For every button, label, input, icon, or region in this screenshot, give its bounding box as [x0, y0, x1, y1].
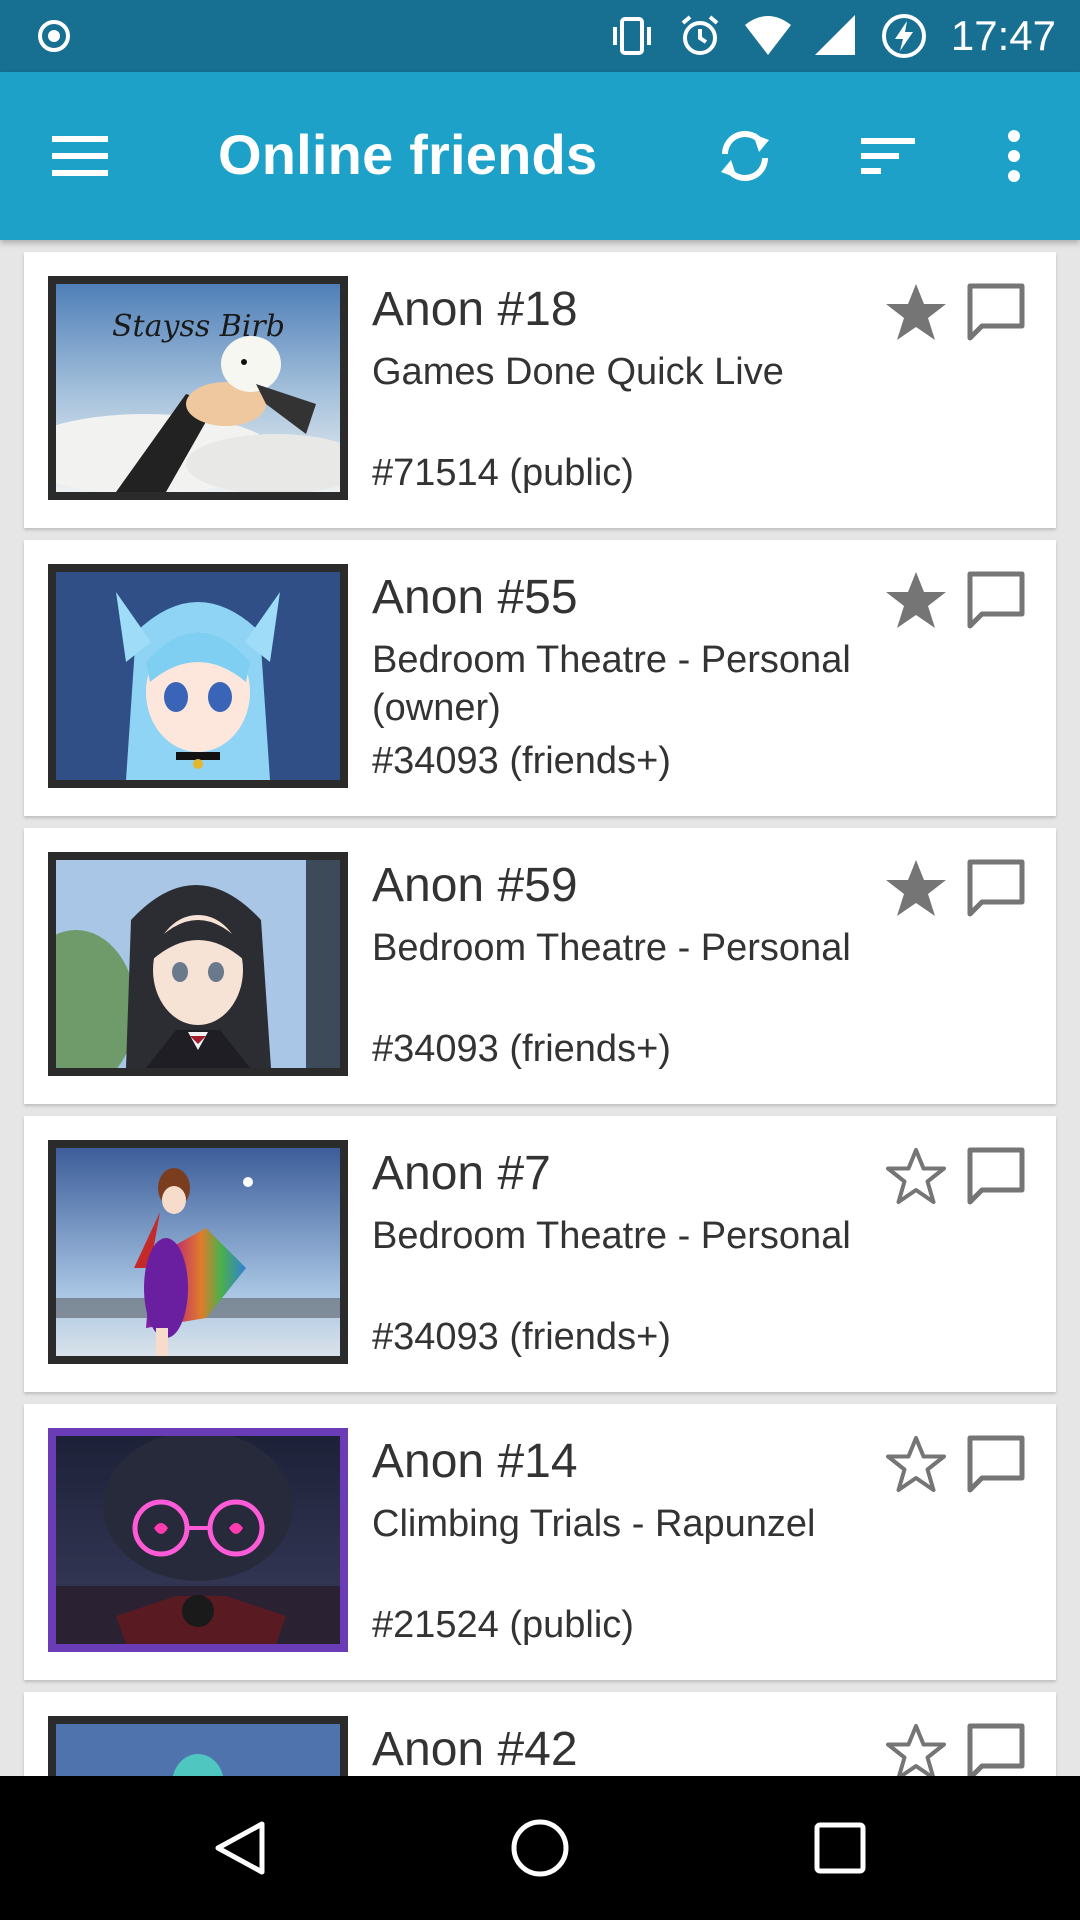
message-icon [967, 1435, 1025, 1493]
recents-button[interactable] [800, 1808, 880, 1888]
page-title: Online friends [218, 123, 598, 186]
star-filled-icon [886, 284, 946, 340]
message-icon [967, 1723, 1025, 1776]
record-icon [38, 20, 70, 52]
cell-signal-icon [814, 15, 855, 55]
app-bar: Online friends [0, 72, 1080, 240]
world-thumbnail [48, 564, 348, 788]
instance-id: #21524 (public) [372, 1604, 634, 1646]
world-name: Bedroom Theatre - Personal (owner) [372, 639, 851, 729]
sort-button[interactable] [848, 116, 928, 196]
world-name: Bedroom Theatre - Personal [372, 1215, 851, 1257]
favorite-button[interactable] [884, 1432, 948, 1496]
friend-card[interactable]: Anon #59 Bedroom Theatre - Personal #340… [24, 828, 1056, 1104]
star-outline-icon [886, 1148, 946, 1204]
instance-id: #34093 (friends+) [372, 1316, 671, 1358]
menu-icon [52, 136, 108, 176]
star-filled-icon [886, 572, 946, 628]
message-icon [967, 1147, 1025, 1205]
favorite-button[interactable] [884, 1720, 948, 1776]
alarm-icon [681, 15, 719, 55]
thumbnail-caption: Stayss Birb [112, 309, 285, 344]
back-button[interactable] [200, 1808, 280, 1888]
world-thumbnail [48, 1428, 348, 1652]
message-button[interactable] [964, 280, 1028, 344]
friend-card[interactable]: Anon #42 [24, 1692, 1056, 1776]
message-button[interactable] [964, 856, 1028, 920]
instance-id: #34093 (friends+) [372, 740, 671, 782]
message-button[interactable] [964, 568, 1028, 632]
world-thumbnail [48, 1716, 348, 1776]
world-name: Climbing Trials - Rapunzel [372, 1503, 816, 1545]
friend-card[interactable]: Anon #7 Bedroom Theatre - Personal #3409… [24, 1116, 1056, 1392]
world-thumbnail: Stayss Birb [48, 276, 348, 500]
message-icon [967, 571, 1025, 629]
status-bar: 17:47 [0, 0, 1080, 72]
battery-charging-icon [881, 14, 926, 58]
menu-button[interactable] [40, 116, 120, 196]
friend-name: Anon #7 [372, 1147, 551, 1200]
back-icon [215, 1821, 265, 1875]
favorite-button[interactable] [884, 568, 948, 632]
more-options-button[interactable] [974, 116, 1054, 196]
friend-name: Anon #14 [372, 1435, 578, 1488]
more-vert-icon [1008, 130, 1020, 182]
star-outline-icon [886, 1724, 946, 1776]
wifi-icon [744, 16, 791, 55]
message-icon [967, 859, 1025, 917]
star-outline-icon [886, 1436, 946, 1492]
favorite-button[interactable] [884, 1144, 948, 1208]
vibrate-icon [612, 17, 651, 55]
world-thumbnail [48, 852, 348, 1076]
world-name: Games Done Quick Live [372, 351, 784, 393]
refresh-button[interactable] [705, 116, 785, 196]
friend-card[interactable]: Anon #55 Bedroom Theatre - Personal (own… [24, 540, 1056, 816]
instance-id: #34093 (friends+) [372, 1028, 671, 1070]
star-filled-icon [886, 860, 946, 916]
world-thumbnail [48, 1140, 348, 1364]
friend-name: Anon #42 [372, 1723, 578, 1776]
message-icon [967, 283, 1025, 341]
favorite-button[interactable] [884, 280, 948, 344]
home-button[interactable] [500, 1808, 580, 1888]
friend-card[interactable]: Anon #14 Climbing Trials - Rapunzel #215… [24, 1404, 1056, 1680]
friends-list[interactable]: Stayss Birb Anon #18 Games Done Quick Li… [24, 252, 1056, 1776]
recents-icon [814, 1822, 866, 1874]
friend-name: Anon #18 [372, 283, 578, 336]
home-icon [511, 1819, 569, 1877]
instance-id: #71514 (public) [372, 452, 634, 494]
clock: 17:47 [950, 12, 1056, 59]
friend-name: Anon #55 [372, 571, 578, 624]
world-name: Bedroom Theatre - Personal [372, 927, 851, 969]
friend-name: Anon #59 [372, 859, 578, 912]
friend-card[interactable]: Stayss Birb Anon #18 Games Done Quick Li… [24, 252, 1056, 528]
message-button[interactable] [964, 1720, 1028, 1776]
refresh-icon [721, 131, 769, 181]
sort-icon [861, 138, 915, 174]
message-button[interactable] [964, 1144, 1028, 1208]
navigation-bar [0, 1776, 1080, 1920]
message-button[interactable] [964, 1432, 1028, 1496]
favorite-button[interactable] [884, 856, 948, 920]
